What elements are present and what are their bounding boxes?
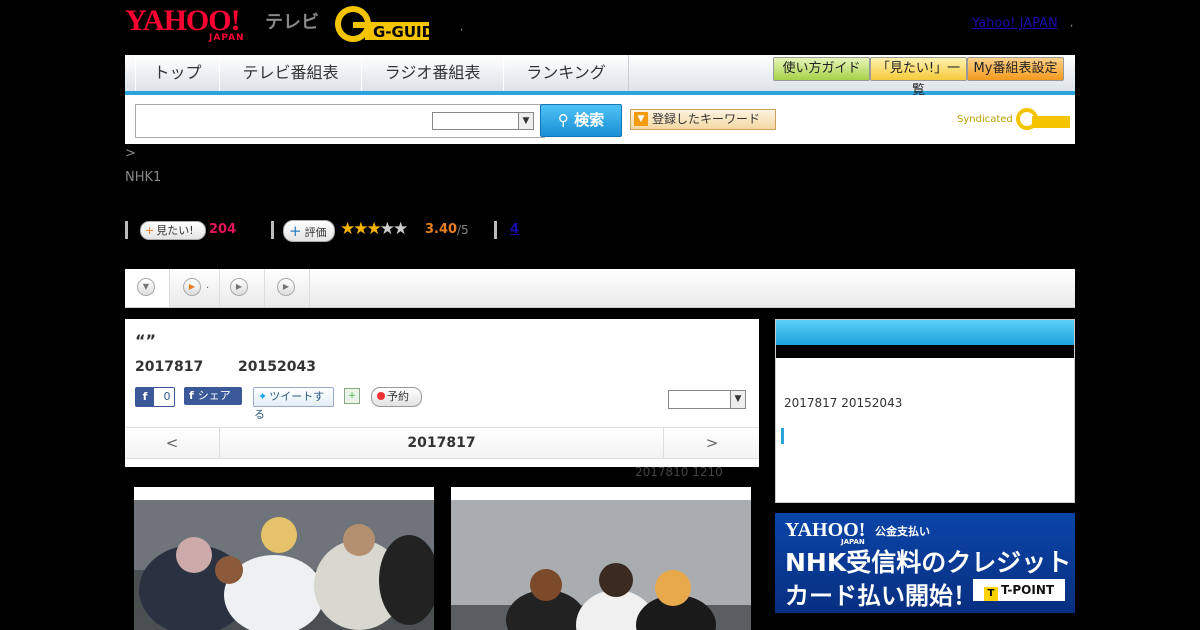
program-title: “”	[135, 331, 157, 350]
facebook-icon: f	[189, 389, 194, 402]
star-icon: ★	[366, 219, 382, 239]
chevron-down-icon: ▼	[137, 278, 155, 296]
facebook-icon: f	[136, 388, 154, 406]
updated-timestamp: 2017810 1210	[635, 465, 723, 479]
main-nav: トップ テレビ番組表 ラジオ番組表 ランキング 使い方ガイド 「見たい!」一覧 …	[125, 55, 1075, 98]
facebook-like-count: 0	[163, 390, 171, 403]
chevron-down-icon: ▼	[518, 113, 533, 129]
tweet-button[interactable]: ✦ ツイートする	[253, 387, 334, 421]
current-day: 2017817	[407, 435, 476, 451]
registered-keywords-button[interactable]: ▼ 登録したキーワード	[630, 109, 776, 130]
star-icon: ★	[379, 219, 395, 239]
my-schedule-button[interactable]: My番組表設定	[967, 57, 1064, 81]
air-time: 20152043	[238, 359, 316, 375]
sidebar-marker	[781, 428, 784, 444]
want-count: 204	[209, 222, 237, 237]
program-tab-active[interactable]: ▼	[125, 269, 170, 307]
program-photo-1[interactable]	[134, 487, 434, 630]
syndicated-gguide-logo: Syndicated	[957, 108, 1072, 130]
sidebar-air-datetime: 2017817 20152043	[784, 396, 903, 410]
tab-top[interactable]: トップ	[135, 55, 220, 91]
program-select[interactable]: ▼	[668, 390, 746, 409]
day-navigation: < 2017817 >	[125, 427, 759, 459]
facebook-like-button[interactable]: f 0	[135, 387, 175, 407]
review-count-link[interactable]: 4	[510, 222, 519, 237]
banner-public-pay: 公金支払い	[875, 525, 930, 538]
triangle-down-icon: ▼	[634, 112, 648, 126]
banner-headline-2: カード払い開始！	[785, 582, 977, 610]
sidebar-subheader	[776, 345, 1074, 358]
calendar-add-icon[interactable]: +	[344, 388, 360, 404]
yahoo-japan-logo[interactable]: YAHOO! JAPAN	[125, 6, 265, 44]
rate-label: 評価	[304, 226, 327, 239]
play-icon: ▶	[183, 278, 201, 296]
divider	[494, 221, 497, 239]
search-icon: ⚲	[557, 111, 569, 129]
program-tab-3[interactable]: ▶	[265, 269, 310, 307]
star-icon: ★	[393, 219, 408, 239]
tab-ranking[interactable]: ランキング	[503, 55, 629, 91]
sidebar-header	[776, 320, 1074, 345]
banner-headline-1: NHK受信料のクレジット	[785, 548, 1072, 577]
plus-icon: +	[289, 222, 302, 240]
twitter-bird-icon: ✦	[258, 390, 268, 403]
gguide-text: G-GUIDE	[373, 23, 435, 41]
gguide-logo[interactable]: G-GUIDE	[335, 6, 444, 42]
search-button-label: 検索	[574, 111, 605, 129]
program-tab-1[interactable]: ▶ .	[170, 269, 220, 307]
search-category-select[interactable]: ▼	[432, 112, 534, 130]
next-day-button[interactable]: >	[663, 428, 760, 458]
nhk-credit-banner[interactable]: YAHOO! JAPAN 公金支払い NHK受信料のクレジット カード払い開始！…	[775, 513, 1075, 613]
plus-icon: +	[145, 224, 155, 237]
tv-label[interactable]: テレビ	[265, 8, 319, 34]
program-tabs: ▼ ▶ . ▶ ▶	[125, 269, 1075, 308]
photo-2-image	[451, 500, 751, 630]
record-dot-icon	[377, 392, 385, 400]
air-date: 2017817	[135, 359, 204, 375]
keywords-label: 登録したキーワード	[652, 112, 761, 126]
rating-stars: ★★★★★	[340, 219, 408, 239]
rate-button[interactable]: + 評価	[283, 220, 335, 242]
record-reserve-button[interactable]: 予約	[371, 387, 422, 407]
program-tab-2[interactable]: ▶	[220, 269, 265, 307]
syndicated-text: Syndicated	[957, 114, 1013, 125]
divider	[125, 221, 128, 239]
program-detail: “” 2017817 20152043 f 0 f シェア ✦ ツイートする + 予…	[125, 319, 759, 467]
photo-1-image	[134, 500, 434, 630]
divider	[271, 221, 274, 239]
search-button[interactable]: ⚲ 検索	[540, 104, 622, 137]
chevron-down-icon: ▼	[730, 391, 745, 408]
search-bar: ▼ ⚲ 検索 ▼ 登録したキーワード Syndicated	[125, 95, 1075, 144]
header-dot: ,	[460, 22, 464, 33]
yahoo-japan-link[interactable]: Yahoo! JAPAN	[972, 16, 1058, 31]
tpoint-badge: T T-POINT	[973, 579, 1065, 601]
tpoint-label: T-POINT	[1000, 583, 1055, 597]
want-label: 見たい!	[156, 224, 194, 237]
play-icon: ▶	[277, 278, 295, 296]
guide-button[interactable]: 使い方ガイド	[773, 57, 870, 81]
tab-radio-schedule[interactable]: ラジオ番組表	[361, 55, 504, 91]
sidebar-panel: 2017817 20152043	[775, 319, 1075, 503]
yahoo-logo-japan: JAPAN	[209, 33, 245, 43]
program-photo-2[interactable]	[451, 487, 751, 630]
rating-value: 3.40	[425, 222, 458, 237]
tpoint-icon: T	[983, 587, 998, 601]
previous-day-button[interactable]: <	[125, 428, 220, 458]
facebook-share-label: シェア	[197, 389, 231, 402]
yahoo-logo-text: YAHOO!	[125, 4, 241, 37]
record-label: 予約	[387, 390, 409, 403]
facebook-share-button[interactable]: f シェア	[184, 387, 242, 405]
star-icon: ★	[340, 219, 355, 239]
header-dot-right: ,	[1070, 18, 1074, 29]
channel-name: NHK1	[125, 170, 162, 185]
rating-max: /5	[457, 223, 469, 237]
play-icon: ▶	[230, 278, 248, 296]
want-to-watch-button[interactable]: + 見たい!	[140, 221, 206, 240]
tab-tv-schedule[interactable]: テレビ番組表	[219, 55, 362, 91]
want-list-button[interactable]: 「見たい!」一覧	[870, 57, 967, 98]
breadcrumb[interactable]: >	[125, 146, 136, 161]
program-tab-1-label: .	[206, 280, 210, 291]
star-icon: ★	[353, 219, 368, 239]
